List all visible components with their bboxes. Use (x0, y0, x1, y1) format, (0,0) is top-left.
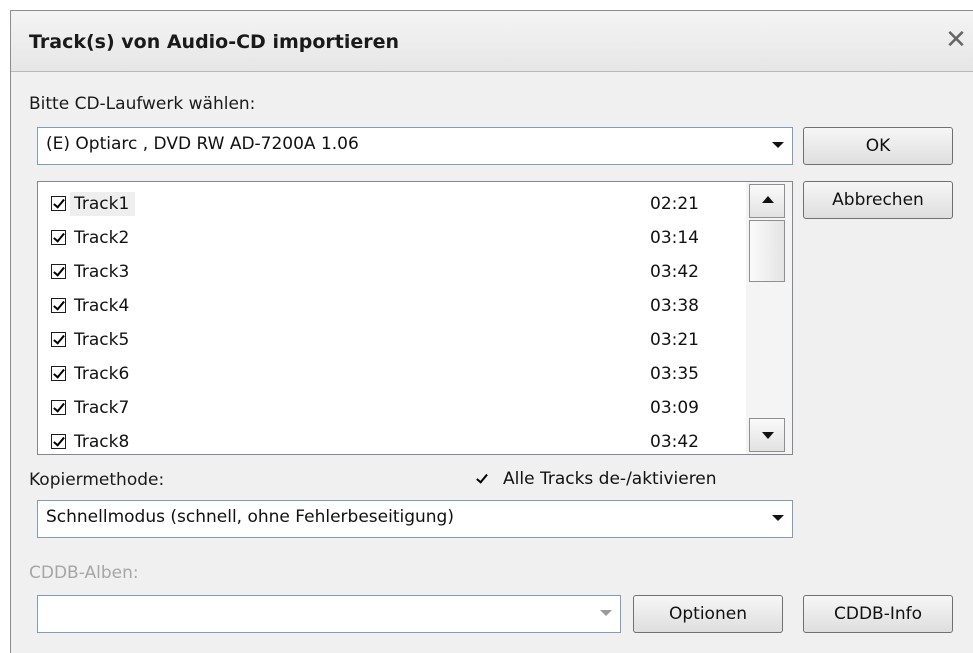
chevron-down-icon (772, 515, 784, 521)
copy-method-select[interactable]: Schnellmodus (schnell, ohne Fehlerbeseit… (37, 500, 793, 538)
scrollbar-thumb[interactable] (749, 220, 785, 282)
track-checkbox[interactable] (51, 366, 66, 381)
drive-label: Bitte CD-Laufwerk wählen: (29, 94, 256, 114)
track-row[interactable]: Track6 03:35 (38, 358, 748, 392)
drive-select[interactable]: (E) Optiarc , DVD RW AD-7200A 1.06 (37, 127, 793, 165)
dialog-title: Track(s) von Audio-CD importieren (29, 31, 400, 53)
import-dialog: Track(s) von Audio-CD importieren ✕ Bitt… (10, 10, 973, 653)
copy-method-value: Schnellmodus (schnell, ohne Fehlerbeseit… (46, 507, 454, 527)
ok-button[interactable]: OK (803, 127, 953, 165)
track-row[interactable]: Track4 03:38 (38, 290, 748, 324)
track-name: Track2 (74, 228, 130, 248)
checkmark-icon[interactable] (475, 472, 490, 487)
track-checkbox[interactable] (51, 264, 66, 279)
cddb-albums-select[interactable] (37, 595, 621, 633)
toggle-all-label: Alle Tracks de-/aktivieren (503, 469, 717, 489)
track-name: Track8 (74, 432, 130, 452)
track-row[interactable]: Track3 03:42 (38, 256, 748, 290)
track-duration: 03:14 (650, 228, 699, 248)
cddb-info-button[interactable]: CDDB-Info (803, 595, 953, 633)
track-name: Track7 (74, 398, 130, 418)
track-checkbox[interactable] (51, 400, 66, 415)
track-duration: 03:35 (650, 364, 699, 384)
track-checkbox[interactable] (51, 332, 66, 347)
copy-method-label: Kopiermethode: (29, 470, 165, 490)
title-bar: Track(s) von Audio-CD importieren ✕ (11, 11, 973, 72)
track-duration: 03:21 (650, 330, 699, 350)
chevron-down-icon (772, 142, 784, 148)
track-name: Track4 (74, 296, 130, 316)
track-checkbox[interactable] (51, 434, 66, 449)
track-row[interactable]: Track1 02:21 (38, 188, 748, 222)
scroll-up-icon[interactable] (749, 184, 785, 218)
track-list-scrollbar[interactable] (746, 182, 792, 454)
chevron-down-icon (600, 610, 612, 616)
track-name: Track6 (74, 364, 130, 384)
track-name: Track1 (70, 192, 136, 216)
cancel-button[interactable]: Abbrechen (803, 181, 953, 219)
track-name: Track5 (74, 330, 130, 350)
track-row[interactable]: Track8 03:42 (38, 426, 748, 454)
track-row[interactable]: Track2 03:14 (38, 222, 748, 256)
track-checkbox[interactable] (51, 298, 66, 313)
track-checkbox[interactable] (51, 196, 66, 211)
track-row[interactable]: Track5 03:21 (38, 324, 748, 358)
track-checkbox[interactable] (51, 230, 66, 245)
track-duration: 03:42 (650, 432, 699, 452)
track-list[interactable]: Track1 02:21 Track2 03:14 Track3 03:42 T… (37, 181, 793, 455)
track-duration: 02:21 (650, 194, 699, 214)
track-row[interactable]: Track7 03:09 (38, 392, 748, 426)
track-duration: 03:38 (650, 296, 699, 316)
track-duration: 03:09 (650, 398, 699, 418)
close-icon[interactable]: ✕ (941, 25, 971, 55)
scroll-down-icon[interactable] (749, 418, 785, 452)
track-duration: 03:42 (650, 262, 699, 282)
track-name: Track3 (74, 262, 130, 282)
options-button[interactable]: Optionen (633, 595, 783, 633)
drive-select-value: (E) Optiarc , DVD RW AD-7200A 1.06 (46, 134, 359, 154)
cddb-albums-label: CDDB-Alben: (29, 563, 139, 583)
